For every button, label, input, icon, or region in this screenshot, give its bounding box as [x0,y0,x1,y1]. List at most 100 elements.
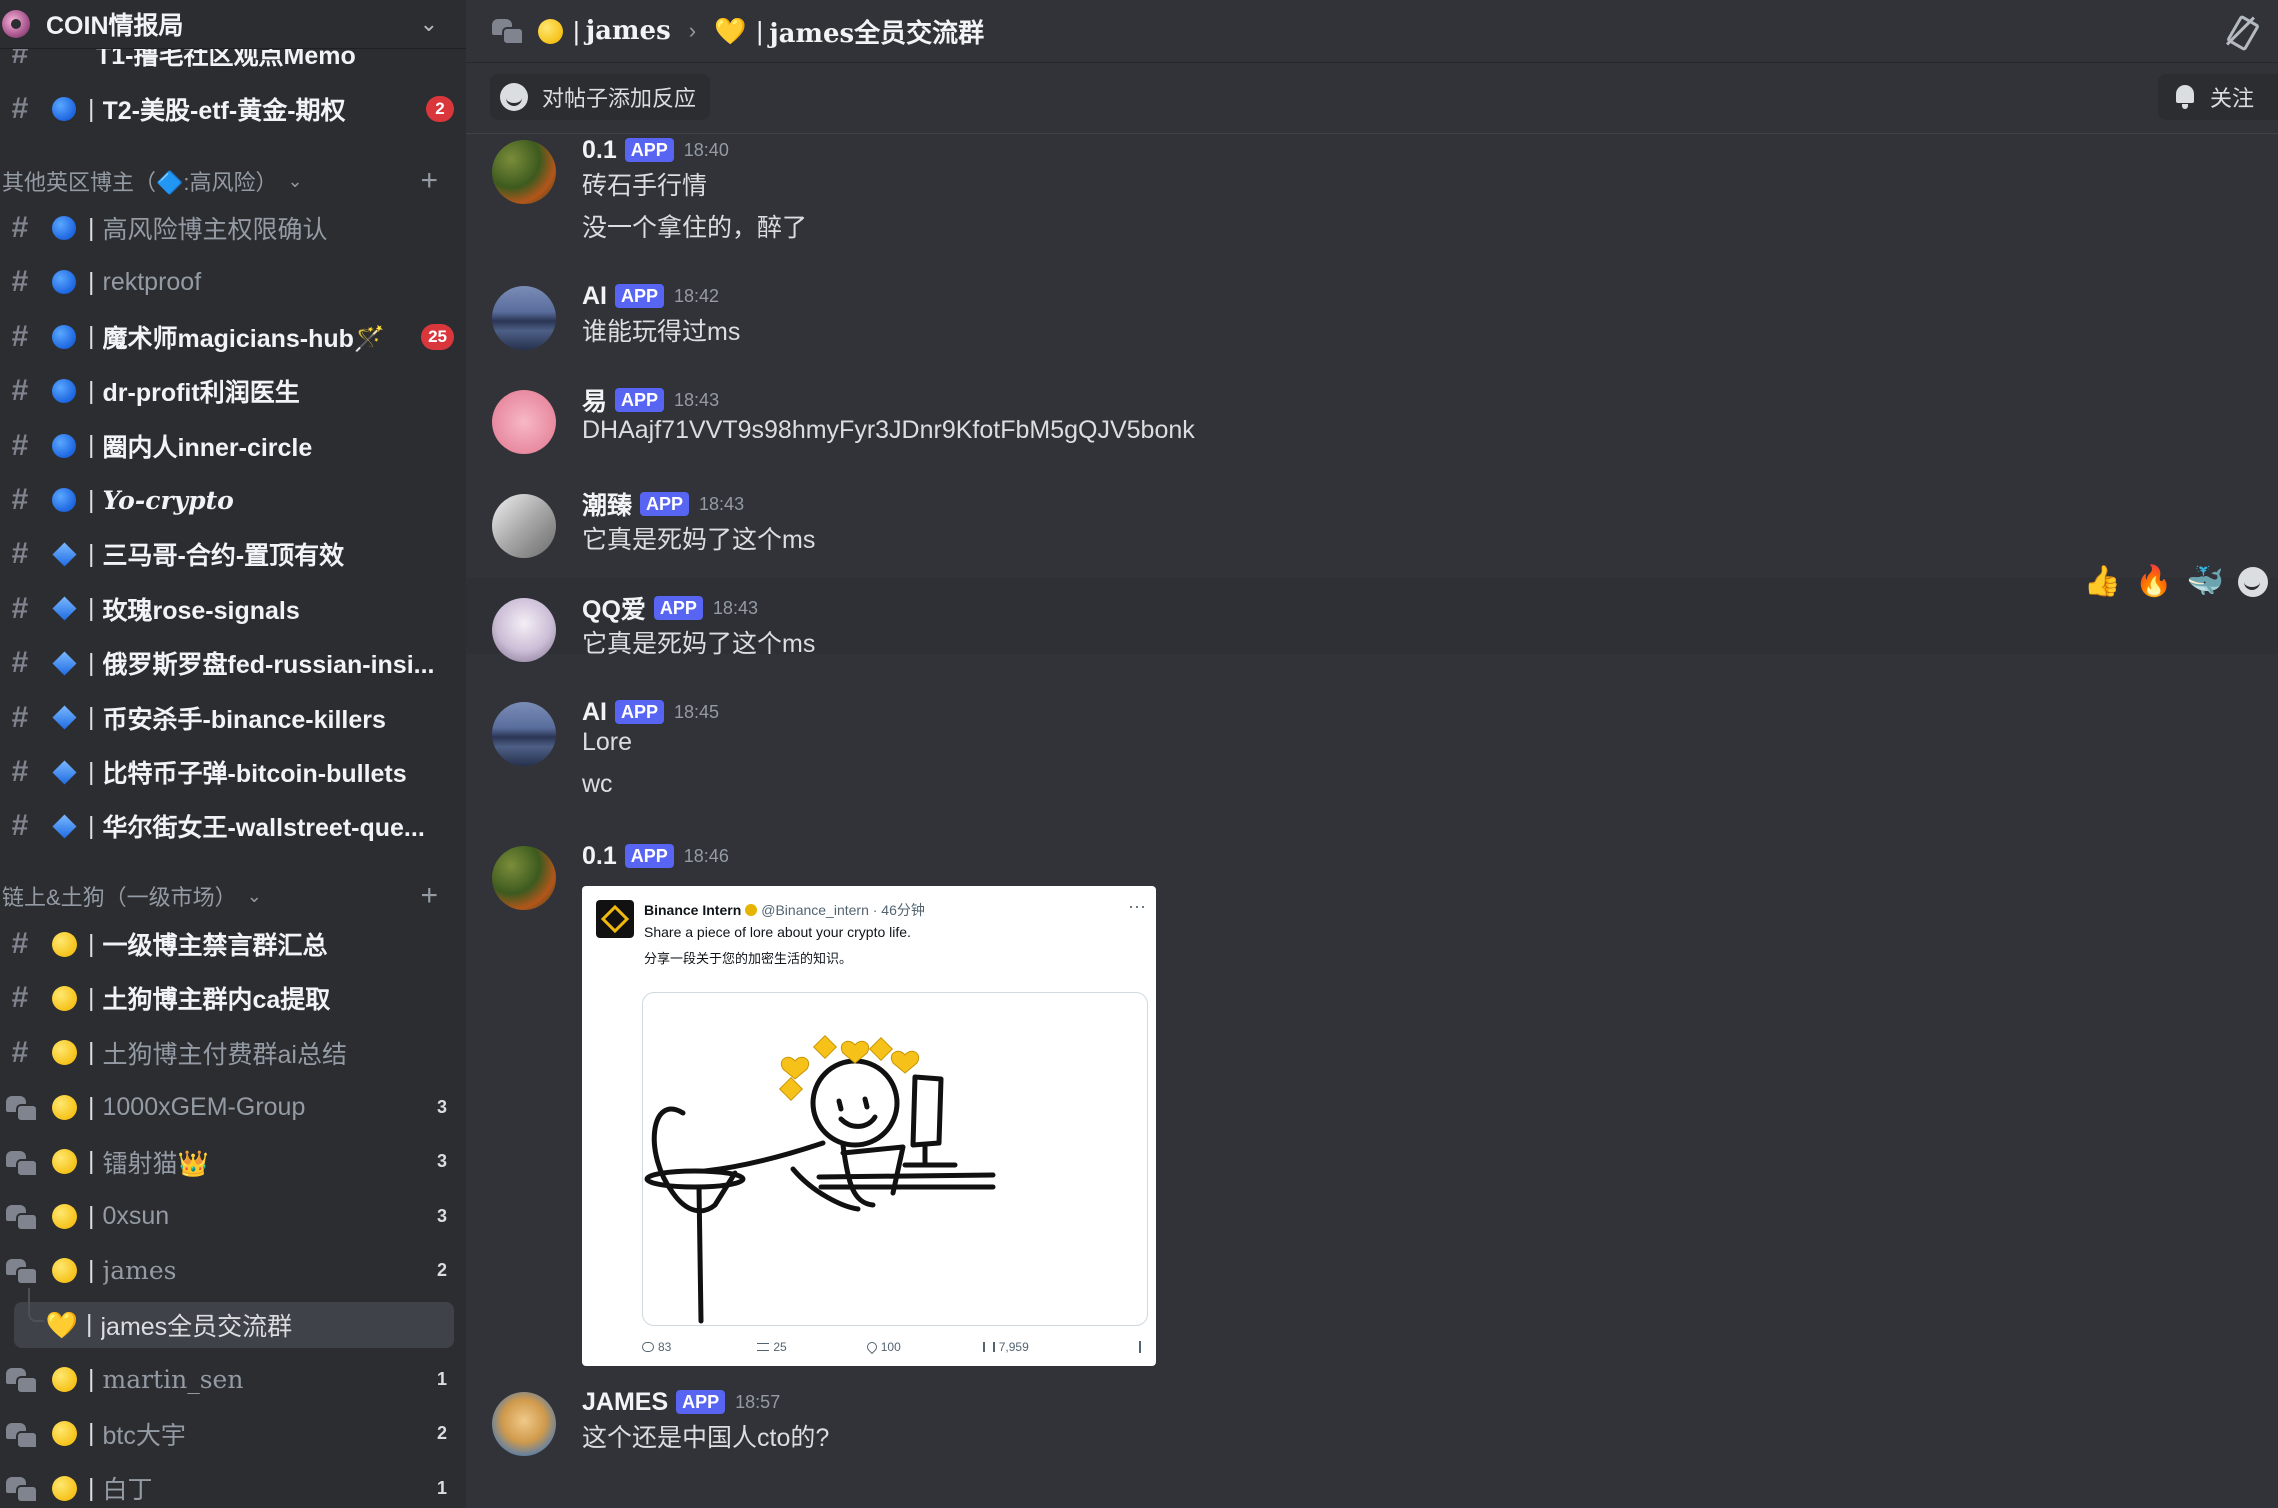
message-text: 谁能玩得过ms [582,318,741,346]
channel-item[interactable]: # | T2-美股-etf-黄金-期权 2 [0,86,454,132]
separator: | [88,94,95,123]
add-reaction-icon[interactable] [2238,566,2268,597]
channel-item[interactable]: # | Yo-crypto [0,477,454,523]
mute-notifications-icon[interactable] [2224,14,2258,48]
bookmark-icon[interactable] [1138,1341,1141,1353]
forum-channel-name[interactable]: james [586,16,671,46]
avatar[interactable] [492,140,556,204]
timestamp: 18:43 [699,493,745,514]
tweet-embed[interactable]: Binance Intern @Binance_intern · 46分钟 ···… [582,886,1156,1366]
app-tag: APP [624,844,674,868]
channel-item[interactable]: # | 圈内人inner-circle [0,423,454,469]
separator: | [86,1310,93,1339]
channel-item[interactable]: # | 土狗博主付费群ai总结 [0,1030,454,1076]
message[interactable]: AI APP 18:42 谁能玩得过ms [466,266,2278,366]
message-text: 它真是死妈了这个ms [582,630,816,658]
channel-item[interactable]: | 白丁 1 [0,1465,454,1508]
reply-count[interactable]: 83 [642,1340,671,1354]
add-channel-icon[interactable]: + [420,879,438,913]
author-name[interactable]: 0.1 [582,136,617,165]
avatar[interactable] [492,1392,556,1456]
like-count[interactable]: 100 [864,1339,901,1355]
channel-item[interactable]: | 镭射猫👑 3 [0,1139,454,1185]
message[interactable]: JAMES APP 18:57 这个还是中国人cto的? [466,1372,2278,1492]
dot-yellow-icon [50,1420,78,1448]
message[interactable]: AI APP 18:45 Lore wc [466,682,2278,822]
message[interactable]: 易 APP 18:43 DHAajf71VVT9s98hmyFyr3JDnr9Kfot… [466,370,2278,470]
avatar[interactable] [492,494,556,558]
dot-blue-icon [50,268,78,296]
chevron-right-icon: › [688,18,697,43]
timestamp: 18:40 [683,139,729,160]
channel-sidebar: # T1-撸毛社区观点Memo # | T2-美股-etf-黄金-期权 2 其他英区博主（🔷… [0,0,466,1508]
author-name[interactable]: JAMES [582,1388,668,1417]
channel-name: 币安杀手-binance-killers [102,705,386,734]
channel-item[interactable]: | 1000xGEM-Group 3 [0,1084,454,1130]
avatar[interactable] [492,598,556,662]
dot-yellow-shape [51,1203,77,1229]
chevron-down-icon: ⌄ [246,885,262,906]
follow-label: 关注 [2209,86,2254,111]
message[interactable]: 0.1 APP 18:40 砖石手行情 没一个拿住的，醉了 [466,120,2278,260]
channel-item[interactable]: | btc大宇 2 [0,1411,454,1457]
channel-category[interactable]: 链上&土狗（一级市场） ⌄ + [0,878,454,914]
forum-channel-icon [4,1203,38,1231]
channel-item[interactable]: # | 币安杀手-binance-killers [0,695,454,741]
author-name[interactable]: 潮臻 [582,486,632,522]
channel-item[interactable]: # | 比特币子弹-bitcoin-bullets [0,749,454,795]
thread-connector [28,1287,44,1322]
tweet-image[interactable] [642,992,1148,1326]
avatar[interactable] [492,390,556,454]
channel-item[interactable]: # | 俄罗斯罗盘fed-russian-insi... [0,640,454,686]
server-header[interactable]: COIN情报局 ⌄ [0,0,466,48]
channel-item[interactable]: # | 玫瑰rose-signals [0,586,454,632]
whale-reaction[interactable]: 🐳 [2187,564,2224,599]
channel-item[interactable]: # | 高风险博主权限确认 [0,205,454,251]
dot-blue-icon [50,432,78,460]
channel-item[interactable]: | martin_sen 1 [0,1356,454,1402]
avatar[interactable] [492,286,556,350]
hashtag-icon: # [11,927,29,960]
channel-item[interactable]: # | 三马哥-合约-置顶有效 [0,531,454,577]
add-channel-icon[interactable]: + [420,164,438,198]
timestamp: 18:57 [735,1391,781,1412]
diamond-blue-shape [51,814,77,839]
server-name: COIN情报局 [46,12,184,40]
avatar[interactable] [492,846,556,910]
channel-item[interactable]: # | dr-profit利润医生 [0,368,454,414]
avatar[interactable] [492,702,556,766]
channel-item[interactable]: 💛 | james全员交流群 [14,1287,454,1348]
category-name: 链上&土狗（一级市场） [2,885,237,910]
message[interactable]: 潮臻 APP 18:43 它真是死妈了这个ms [466,474,2278,574]
channel-item[interactable]: # | rektproof [0,259,454,305]
author-name[interactable]: 易 [582,382,607,418]
message-header: 0.1 APP 18:40 [582,134,729,166]
channel-item[interactable]: | james 2 [0,1247,454,1293]
author-name[interactable]: 0.1 [582,842,617,871]
author-name[interactable]: QQ爱 [582,590,646,626]
chevron-down-icon[interactable]: ⌄ [420,11,456,37]
retweet-count[interactable]: 25 [757,1340,787,1354]
timestamp: 18:45 [674,701,720,722]
channel-item[interactable]: # | 一级博主禁言群汇总 [0,921,454,967]
yellow-dot-icon [538,18,563,44]
channel-category[interactable]: 其他英区博主（🔷:高风险） ⌄ + [0,163,454,199]
channel-item[interactable]: # | 魔术师magicians-hub🪄 25 [0,314,454,360]
dot-yellow-icon [50,1256,78,1284]
channel-item[interactable]: # | 华尔街女王-wallstreet-que... [0,803,454,849]
separator: | [88,1038,95,1067]
follow-button[interactable]: 关注 [2157,74,2278,120]
tweet-author[interactable]: Binance Intern @Binance_intern · 46分钟 [644,900,925,920]
thumbs-up-reaction[interactable]: 👍 [2084,564,2121,599]
fire-reaction[interactable]: 🔥 [2135,564,2172,599]
channel-item[interactable]: # | 土狗博主群内ca提取 [0,975,454,1021]
channel-name: 土狗博主付费群ai总结 [102,1040,347,1069]
more-options-icon[interactable]: ··· [1128,896,1146,917]
add-post-reaction-button[interactable]: 对帖子添加反应 [490,74,711,120]
author-name[interactable]: AI [582,282,607,311]
dot-blue-icon [50,214,78,242]
author-name[interactable]: AI [582,698,607,727]
channel-item[interactable]: | 0xsun 3 [0,1193,454,1239]
message-text: Lore [582,728,633,756]
message[interactable]: QQ爱 APP 18:43 它真是死妈了这个ms 👍 🔥 🐳 [466,565,2278,662]
